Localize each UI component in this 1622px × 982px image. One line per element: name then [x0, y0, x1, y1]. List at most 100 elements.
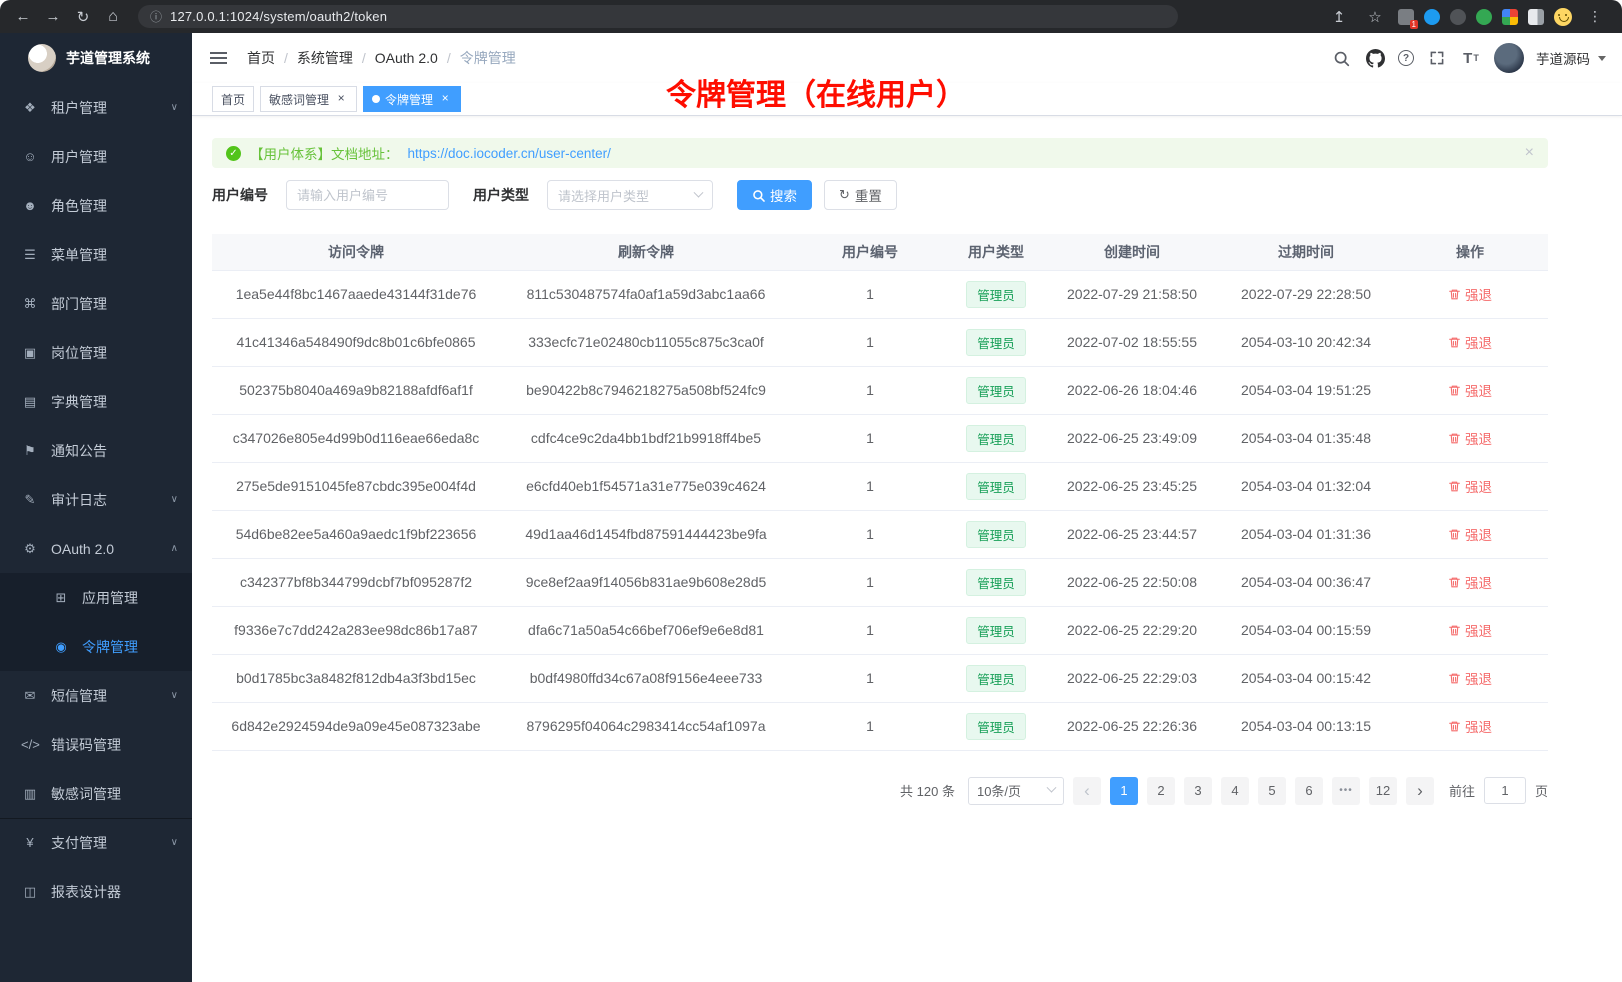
close-icon[interactable]	[334, 92, 348, 106]
sidebar-item[interactable]: ⚑ 通知公告	[0, 426, 192, 475]
force-logout-button[interactable]: 强退	[1448, 668, 1492, 688]
username[interactable]: 芋道源码	[1536, 48, 1590, 68]
page-button[interactable]: 4	[1221, 777, 1249, 805]
page-button[interactable]: 1	[1110, 777, 1138, 805]
force-logout-button[interactable]: 强退	[1448, 284, 1492, 304]
next-page-button[interactable]	[1406, 777, 1434, 805]
search-button[interactable]: 搜索	[737, 180, 812, 210]
caret-down-icon[interactable]	[1598, 56, 1606, 61]
page-unit-label: 页	[1535, 781, 1548, 800]
tab[interactable]: 令牌管理	[363, 86, 461, 112]
fullscreen-icon[interactable]	[1426, 47, 1448, 69]
sidebar-item[interactable]: </> 错误码管理	[0, 720, 192, 769]
sidebar-item[interactable]: ⚙ OAuth 2.0	[0, 524, 192, 573]
breadcrumb-item[interactable]: OAuth 2.0 /	[375, 50, 460, 66]
trash-icon	[1448, 528, 1461, 541]
search-icon	[752, 189, 765, 202]
share-icon[interactable]	[1326, 5, 1352, 29]
help-icon[interactable]	[1398, 50, 1414, 66]
side-panel-icon[interactable]	[1528, 9, 1544, 25]
user-type-badge: 管理员	[966, 329, 1026, 356]
user-type-badge: 管理员	[966, 521, 1026, 548]
breadcrumb-item[interactable]: 系统管理 /	[297, 48, 375, 68]
sidebar-item[interactable]: ✎ 审计日志	[0, 475, 192, 524]
sidebar-item[interactable]: ¥ 支付管理	[0, 818, 192, 867]
extension-blue-icon[interactable]	[1424, 9, 1440, 25]
goto-page-input[interactable]	[1484, 777, 1526, 804]
created-time: 2022-07-02 18:55:55	[1067, 334, 1197, 350]
access-token: b0d1785bc3a8482f812db4a3f3bd15ec	[236, 670, 476, 686]
sidebar-item[interactable]: ☺ 用户管理	[0, 132, 192, 181]
page-size-select[interactable]: 10条/页	[968, 777, 1064, 805]
sidebar-item[interactable]: ☰ 菜单管理	[0, 230, 192, 279]
user-avatar[interactable]	[1494, 43, 1524, 73]
force-logout-button[interactable]: 强退	[1448, 572, 1492, 592]
bookmark-star-icon[interactable]	[1362, 5, 1388, 29]
force-logout-button[interactable]: 强退	[1448, 716, 1492, 736]
force-logout-button[interactable]: 强退	[1448, 476, 1492, 496]
reload-icon[interactable]	[70, 5, 96, 29]
force-logout-button[interactable]: 强退	[1448, 524, 1492, 544]
home-icon[interactable]	[100, 5, 126, 29]
created-time: 2022-07-29 21:58:50	[1067, 286, 1197, 302]
force-logout-button[interactable]: 强退	[1448, 428, 1492, 448]
sidebar-item[interactable]: ❖ 租户管理	[0, 83, 192, 132]
browser-profile-avatar[interactable]	[1554, 8, 1572, 26]
extension-green-icon[interactable]	[1476, 9, 1492, 25]
banner-close-icon[interactable]	[1525, 144, 1534, 162]
close-icon[interactable]	[438, 92, 452, 106]
github-icon[interactable]	[1364, 47, 1386, 69]
user-type-select[interactable]: 请选择用户类型	[547, 180, 713, 210]
font-size-icon[interactable]	[1460, 47, 1482, 69]
reset-button[interactable]: 重置	[824, 180, 897, 210]
column-header: 用户类型	[948, 234, 1044, 270]
page-button[interactable]: 5	[1258, 777, 1286, 805]
sidebar-item-label: 应用管理	[82, 588, 178, 608]
force-logout-button[interactable]: 强退	[1448, 380, 1492, 400]
user-id-input[interactable]	[286, 180, 449, 210]
app-logo: 芋道管理系统	[0, 33, 192, 83]
created-time: 2022-06-25 22:26:36	[1067, 718, 1197, 734]
tab-label: 首页	[221, 91, 245, 108]
force-logout-button[interactable]: 强退	[1448, 332, 1492, 352]
url-bar[interactable]: 127.0.0.1:1024/system/oauth2/token	[138, 5, 1178, 28]
tab[interactable]: 敏感词管理	[260, 86, 357, 112]
browser-menu-icon[interactable]	[1582, 5, 1608, 29]
sidebar-item[interactable]: ▤ 字典管理	[0, 377, 192, 426]
sidebar-item[interactable]: ☻ 角色管理	[0, 181, 192, 230]
breadcrumb-item[interactable]: 令牌管理	[460, 48, 534, 68]
table-row: f9336e7c7dd242a283ee98dc86b17a87 dfa6c71…	[212, 606, 1548, 654]
force-logout-button[interactable]: 强退	[1448, 620, 1492, 640]
sidebar-item[interactable]: ⊞ 应用管理	[0, 573, 192, 622]
extensions-puzzle-icon[interactable]	[1502, 9, 1518, 25]
tab[interactable]: 首页	[212, 86, 254, 112]
page-button[interactable]: 12	[1369, 777, 1397, 805]
search-icon[interactable]	[1330, 47, 1352, 69]
sidebar-item-label: 角色管理	[51, 196, 178, 216]
prev-page-button[interactable]	[1073, 777, 1101, 805]
sidebar-item-label: 敏感词管理	[51, 784, 178, 804]
page-button[interactable]: •••	[1332, 777, 1360, 805]
sidebar-item[interactable]: ▣ 岗位管理	[0, 328, 192, 377]
goto-label: 前往	[1449, 781, 1475, 800]
refresh-token: 49d1aa46d1454fbd87591444423be9fa	[525, 526, 766, 542]
token-icon: ◉	[52, 639, 70, 655]
extension-grid-icon[interactable]: 1	[1398, 9, 1414, 25]
extension-dark-icon[interactable]	[1450, 9, 1466, 25]
page-button[interactable]: 2	[1147, 777, 1175, 805]
doc-link[interactable]: https://doc.iocoder.cn/user-center/	[408, 146, 611, 161]
forward-icon[interactable]	[40, 5, 66, 29]
hamburger-icon[interactable]	[210, 57, 227, 59]
created-time: 2022-06-25 23:45:25	[1067, 478, 1197, 494]
sidebar-item[interactable]: ◉ 令牌管理	[0, 622, 192, 671]
sidebar-item[interactable]: ✉ 短信管理	[0, 671, 192, 720]
table-header-row: 访问令牌刷新令牌用户编号用户类型创建时间过期时间操作	[212, 234, 1548, 270]
back-icon[interactable]	[10, 5, 36, 29]
page-button[interactable]: 6	[1295, 777, 1323, 805]
sidebar-item[interactable]: ⌘ 部门管理	[0, 279, 192, 328]
trash-icon	[1448, 288, 1461, 301]
sidebar-item[interactable]: ◫ 报表设计器	[0, 867, 192, 916]
breadcrumb-item[interactable]: 首页 /	[247, 48, 297, 68]
page-button[interactable]: 3	[1184, 777, 1212, 805]
sidebar-item[interactable]: ▥ 敏感词管理	[0, 769, 192, 818]
